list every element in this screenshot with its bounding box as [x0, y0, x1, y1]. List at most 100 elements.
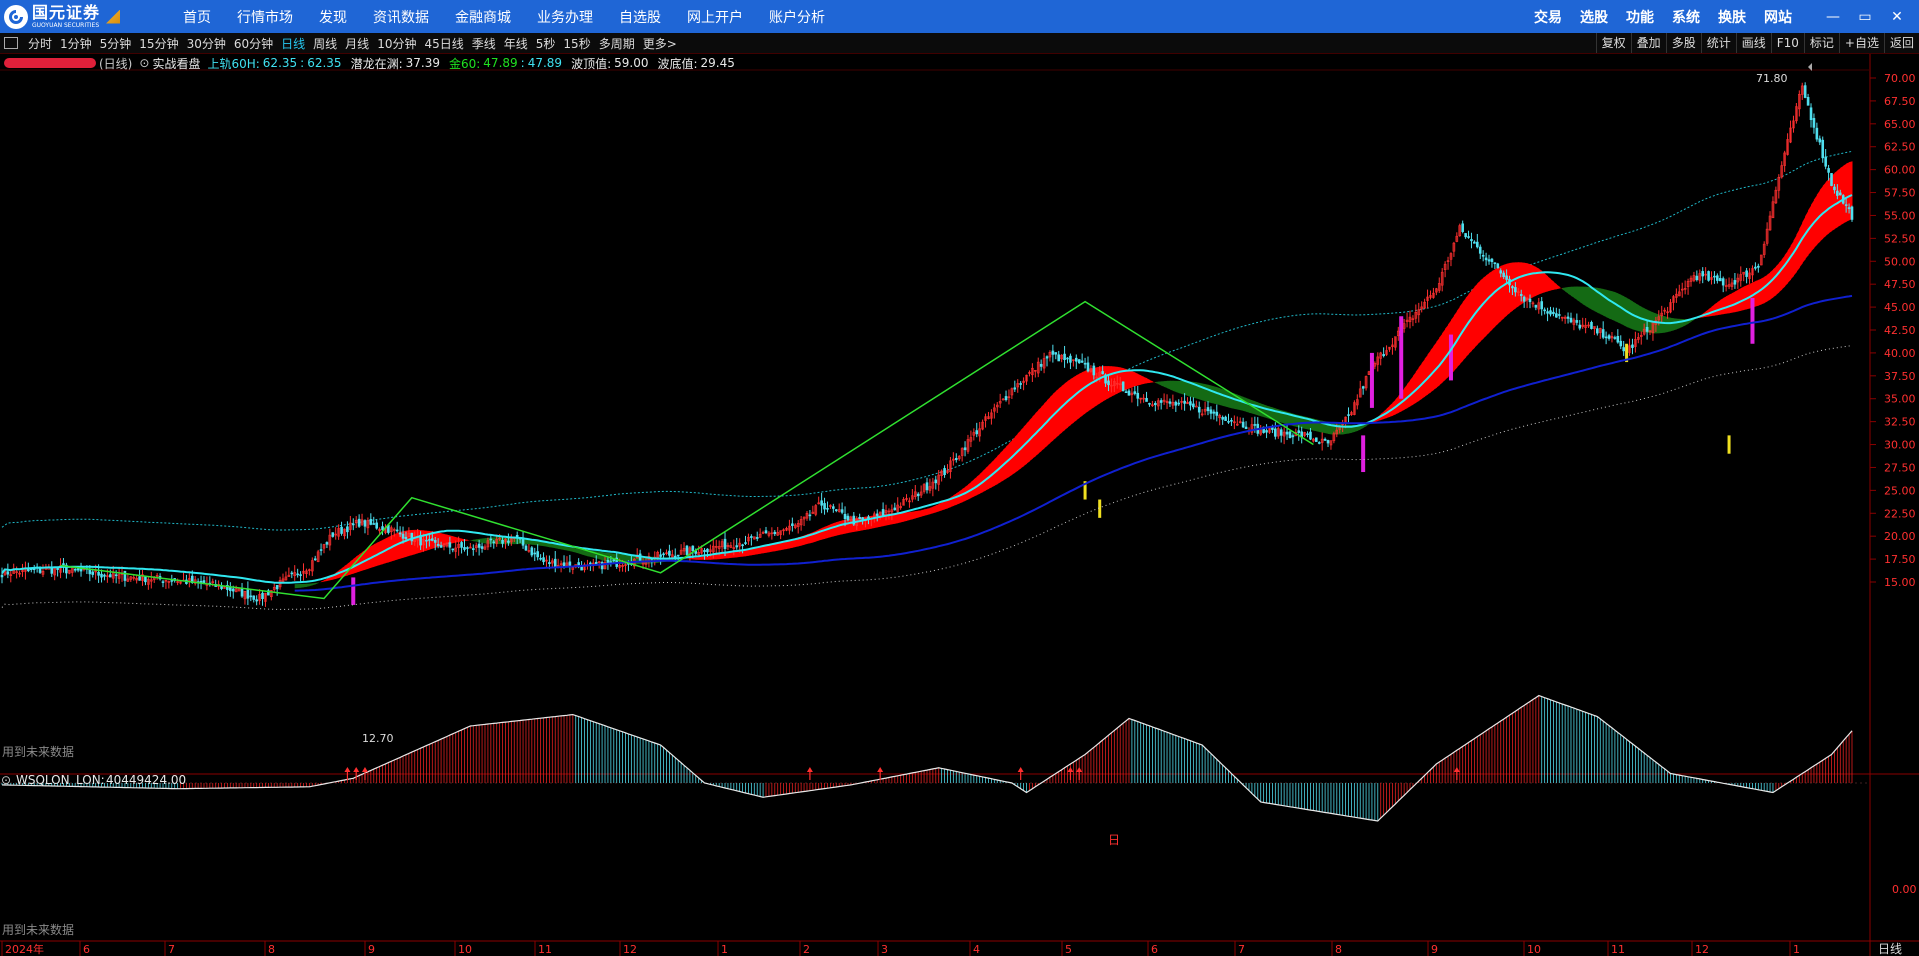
kline-chart[interactable]: 70.0067.5065.0062.5060.0057.5055.0052.50…: [0, 54, 1919, 956]
nav-item-8[interactable]: 账户分析: [756, 7, 838, 27]
sub-indicator-name[interactable]: WSQLON: [16, 773, 70, 787]
candle-body: [1077, 359, 1081, 364]
candle-body: [1522, 296, 1526, 302]
tool-button-1[interactable]: 叠加: [1630, 33, 1666, 53]
candle-body: [820, 500, 823, 506]
nav-item-0[interactable]: 首页: [170, 7, 224, 27]
tool-button-0[interactable]: 复权: [1595, 33, 1631, 53]
candle-body: [548, 562, 551, 565]
nav-item-3[interactable]: 资讯数据: [360, 7, 442, 27]
period-tab-12[interactable]: 年线: [500, 35, 532, 52]
maximize-icon[interactable]: ▭: [1849, 9, 1881, 25]
brand-name: 国元证券: [32, 2, 101, 22]
candle-body: [1836, 190, 1839, 196]
period-tab-7[interactable]: 周线: [309, 35, 341, 52]
period-tab-3[interactable]: 15分钟: [135, 35, 182, 52]
brand-logo[interactable]: 国元证券 GUOYUAN SECURITIES: [0, 0, 150, 33]
right-nav-item-2[interactable]: 功能: [1617, 7, 1663, 27]
candle-body: [1192, 403, 1195, 408]
candle-body: [79, 568, 83, 572]
date-tick-10: 3: [881, 943, 888, 956]
nav-item-2[interactable]: 发现: [306, 7, 360, 27]
candle-body: [1315, 437, 1318, 442]
upper-band-path: [1, 150, 1853, 531]
candle-body: [1317, 442, 1321, 444]
period-tab-13[interactable]: 5秒: [532, 35, 560, 52]
period-tab-0[interactable]: 分时: [24, 35, 56, 52]
close-icon[interactable]: ✕: [1881, 9, 1913, 25]
tool-button-7[interactable]: +自选: [1838, 33, 1884, 53]
candle-body: [1473, 241, 1476, 244]
candle-body: [1695, 275, 1699, 281]
nav-item-1[interactable]: 行情市场: [224, 7, 306, 27]
candle-body: [91, 571, 95, 575]
candle-body: [1830, 173, 1833, 186]
candle-body: [1361, 386, 1365, 389]
right-nav-item-3[interactable]: 系统: [1663, 7, 1709, 27]
sub-chart: [0, 694, 1870, 822]
nav-item-7[interactable]: 网上开户: [674, 7, 756, 27]
right-nav-item-1[interactable]: 选股: [1571, 7, 1617, 27]
candle-body: [1713, 275, 1716, 278]
candle-body: [161, 581, 165, 583]
candle-body: [1519, 294, 1523, 297]
minimize-icon[interactable]: —: [1817, 9, 1849, 25]
candle-body: [231, 588, 235, 592]
signal-bar-3: [1399, 316, 1404, 399]
period-tab-8[interactable]: 月线: [341, 35, 373, 52]
candle-body: [1601, 329, 1605, 338]
candle-body: [536, 551, 539, 558]
date-tick-20: 1: [1793, 943, 1800, 956]
period-tab-4[interactable]: 30分钟: [183, 35, 230, 52]
candle-body: [1838, 192, 1842, 196]
period-tab-1[interactable]: 1分钟: [56, 35, 96, 52]
period-tab-10[interactable]: 45日线: [420, 35, 467, 52]
nav-item-5[interactable]: 业务办理: [524, 7, 606, 27]
tool-button-5[interactable]: F10: [1770, 33, 1804, 53]
price-tick-8: 50.00: [1884, 255, 1916, 268]
nav-item-6[interactable]: 自选股: [606, 7, 674, 27]
date-tick-11: 4: [973, 943, 980, 956]
price-tick-20: 20.00: [1884, 530, 1916, 543]
panel-toggle-icon[interactable]: [4, 37, 18, 49]
candle-body: [1127, 390, 1131, 396]
right-nav-item-5[interactable]: 网站: [1755, 7, 1801, 27]
candle-body: [1019, 383, 1022, 385]
candle-body: [1821, 139, 1825, 159]
candle-body: [1496, 263, 1500, 269]
candle-body: [533, 552, 537, 555]
candle-body: [1557, 314, 1561, 316]
date-tick-14: 7: [1238, 943, 1245, 956]
period-tab-11[interactable]: 季线: [468, 35, 500, 52]
date-tick-2: 7: [168, 943, 175, 956]
candle-body: [1080, 360, 1084, 363]
nav-item-4[interactable]: 金融商城: [442, 7, 524, 27]
tool-button-8[interactable]: 返回: [1883, 33, 1919, 53]
candle-body: [925, 482, 929, 491]
period-tab-9[interactable]: 10分钟: [373, 35, 420, 52]
tool-button-2[interactable]: 多股: [1665, 33, 1701, 53]
tool-button-4[interactable]: 画线: [1735, 33, 1771, 53]
candle-body: [471, 548, 475, 550]
period-tab-2[interactable]: 5分钟: [96, 35, 136, 52]
price-tick-13: 37.50: [1884, 370, 1916, 383]
period-tab-14[interactable]: 15秒: [559, 35, 594, 52]
candle-body: [659, 554, 662, 557]
candle-body: [299, 574, 302, 576]
tool-button-3[interactable]: 统计: [1700, 33, 1736, 53]
candle-body: [706, 548, 709, 553]
period-tab-16[interactable]: 更多>: [639, 35, 681, 52]
candle-body: [290, 572, 294, 575]
candle-body: [834, 509, 838, 511]
period-tab-5[interactable]: 60分钟: [230, 35, 277, 52]
tool-button-6[interactable]: 标记: [1803, 33, 1839, 53]
period-tab-15[interactable]: 多周期: [595, 35, 639, 52]
main-nav: 首页 行情市场 发现 资讯数据 金融商城 业务办理 自选股 网上开户 账户分析: [170, 7, 838, 27]
period-tab-6[interactable]: 日线: [277, 35, 309, 52]
candle-body: [934, 479, 938, 484]
candle-body: [448, 542, 452, 548]
right-nav-item-0[interactable]: 交易: [1525, 7, 1571, 27]
sub-indicator-toggle-icon[interactable]: ⊙: [1, 773, 11, 787]
date-tick-7: 12: [623, 943, 637, 956]
right-nav-item-4[interactable]: 换肤: [1709, 7, 1755, 27]
